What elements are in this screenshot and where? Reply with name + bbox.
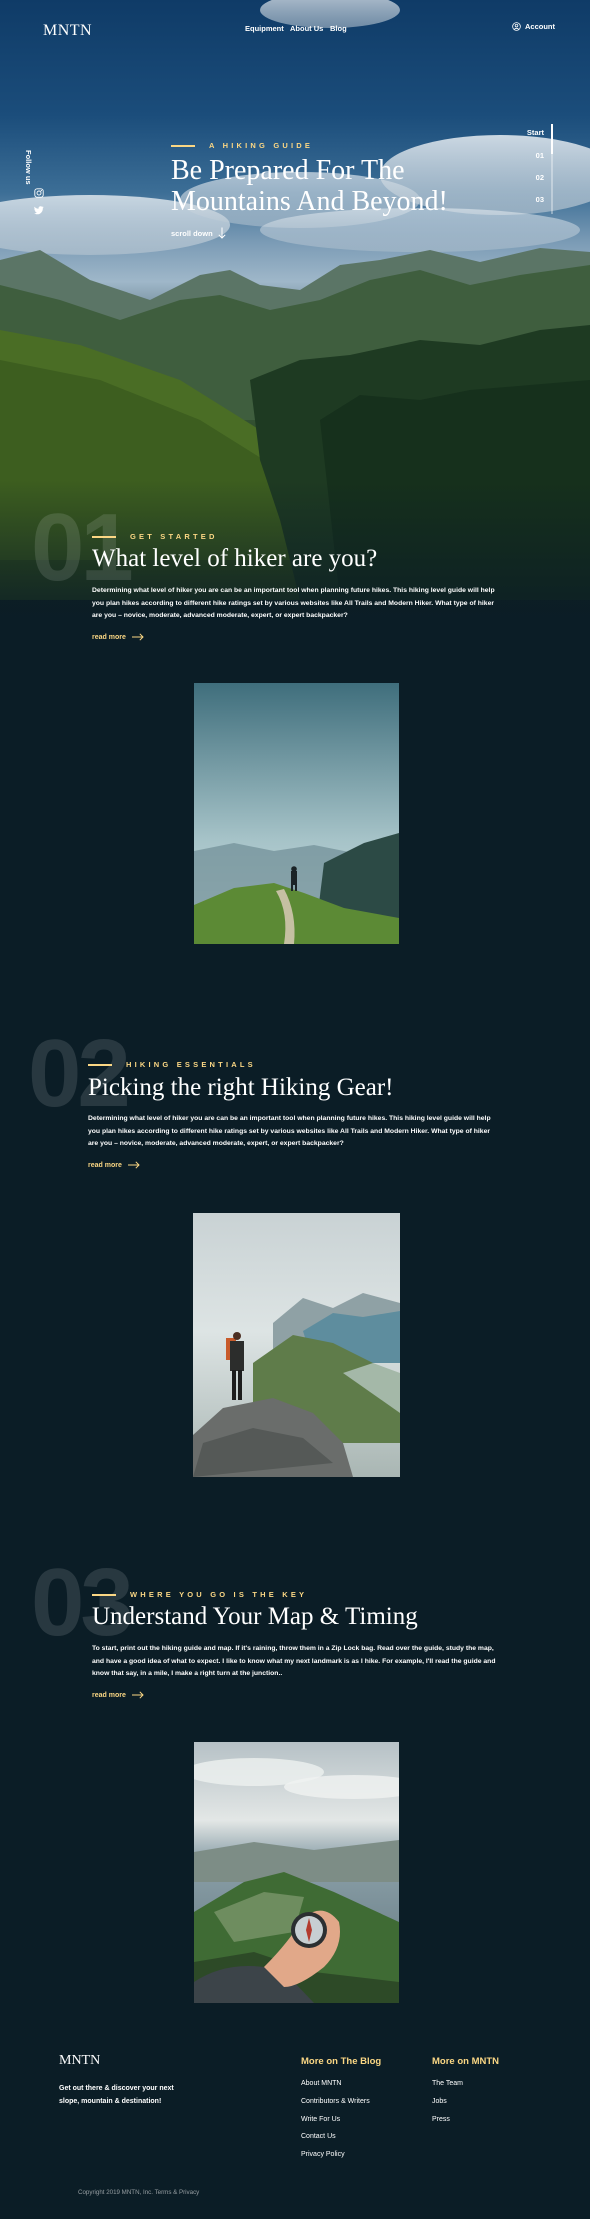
read-more-link[interactable]: read more bbox=[92, 633, 144, 641]
nav-equipment[interactable]: Equipment bbox=[245, 24, 284, 33]
read-more-label: read more bbox=[92, 633, 126, 641]
arrow-right-icon bbox=[127, 1161, 140, 1169]
instagram-icon[interactable] bbox=[34, 188, 44, 198]
section-eyebrow: HIKING ESSENTIALS bbox=[88, 1060, 256, 1069]
footer-logo[interactable]: MNTN bbox=[59, 2053, 100, 2069]
section-title: Understand Your Map & Timing bbox=[92, 1603, 418, 1630]
read-more-label: read more bbox=[92, 1691, 126, 1699]
user-icon bbox=[512, 22, 521, 31]
footer-mntn-heading: More on MNTN bbox=[432, 2056, 500, 2067]
twitter-icon[interactable] bbox=[34, 205, 44, 215]
follow-us-label: Follow us bbox=[24, 150, 33, 185]
nav-about-us[interactable]: About Us bbox=[290, 24, 323, 33]
section-eyebrow-text: GET STARTED bbox=[130, 532, 218, 541]
hiker-on-ridge-photo bbox=[194, 683, 399, 944]
scroll-down-label: scroll down bbox=[171, 228, 213, 238]
eyebrow-line bbox=[171, 144, 195, 147]
eyebrow-line bbox=[92, 1593, 116, 1596]
read-more-link[interactable]: read more bbox=[88, 1161, 140, 1169]
pager-02[interactable]: 02 bbox=[536, 173, 544, 182]
arrow-down-icon bbox=[218, 227, 226, 239]
hero-eyebrow: A HIKING GUIDE bbox=[171, 141, 313, 150]
section-body: Determining what level of hiker you are … bbox=[88, 1115, 491, 1147]
section-eyebrow: GET STARTED bbox=[92, 532, 218, 541]
section-body: Determining what level of hiker you are … bbox=[92, 587, 495, 619]
section-eyebrow-text: WHERE YOU GO IS THE KEY bbox=[130, 1590, 308, 1599]
section-title: Picking the right Hiking Gear! bbox=[88, 1074, 394, 1101]
footer-link-privacy-policy[interactable]: Privacy Policy bbox=[301, 2151, 345, 2158]
section-title: What level of hiker are you? bbox=[92, 545, 378, 572]
hero-title: Be Prepared For The Mountains And Beyond… bbox=[171, 155, 448, 217]
footer-tagline: Get out there & discover your next slope… bbox=[59, 2085, 174, 2105]
arrow-right-icon bbox=[131, 633, 144, 641]
footer-blog-heading: More on The Blog bbox=[301, 2056, 382, 2067]
account-label: Account bbox=[525, 22, 555, 31]
account-link[interactable]: Account bbox=[512, 22, 555, 31]
read-more-label: read more bbox=[88, 1161, 122, 1169]
footer-link-jobs[interactable]: Jobs bbox=[432, 2098, 447, 2105]
copyright: Copyright 2019 MNTN, Inc. Terms & Privac… bbox=[78, 2189, 200, 2196]
hiker-on-rock-photo bbox=[193, 1213, 400, 1477]
pager-03[interactable]: 03 bbox=[536, 195, 544, 204]
section-body: To start, print out the hiking guide and… bbox=[92, 1645, 496, 1677]
footer-link-press[interactable]: Press bbox=[432, 2116, 450, 2123]
pager-01[interactable]: 01 bbox=[536, 151, 544, 160]
eyebrow-line bbox=[88, 1063, 112, 1066]
eyebrow-line bbox=[92, 535, 116, 538]
section-eyebrow-text: HIKING ESSENTIALS bbox=[126, 1060, 256, 1069]
read-more-link[interactable]: read more bbox=[92, 1691, 144, 1699]
footer-link-contact-us[interactable]: Contact Us bbox=[301, 2133, 336, 2140]
nav-blog[interactable]: Blog bbox=[330, 24, 347, 33]
scroll-down-link[interactable]: scroll down bbox=[171, 227, 226, 239]
hero-eyebrow-text: A HIKING GUIDE bbox=[209, 141, 314, 150]
logo[interactable]: MNTN bbox=[43, 22, 92, 40]
section-eyebrow: WHERE YOU GO IS THE KEY bbox=[92, 1590, 307, 1599]
footer-link-about-mntn[interactable]: About MNTN bbox=[301, 2080, 341, 2087]
pager-progress bbox=[551, 124, 553, 154]
arrow-right-icon bbox=[131, 1691, 144, 1699]
compass-in-hand-photo bbox=[194, 1742, 399, 2003]
footer-link-contributors[interactable]: Contributors & Writers bbox=[301, 2098, 370, 2105]
pager-start[interactable]: Start bbox=[527, 128, 544, 137]
footer-link-the-team[interactable]: The Team bbox=[432, 2080, 463, 2087]
footer-link-write-for-us[interactable]: Write For Us bbox=[301, 2116, 340, 2123]
